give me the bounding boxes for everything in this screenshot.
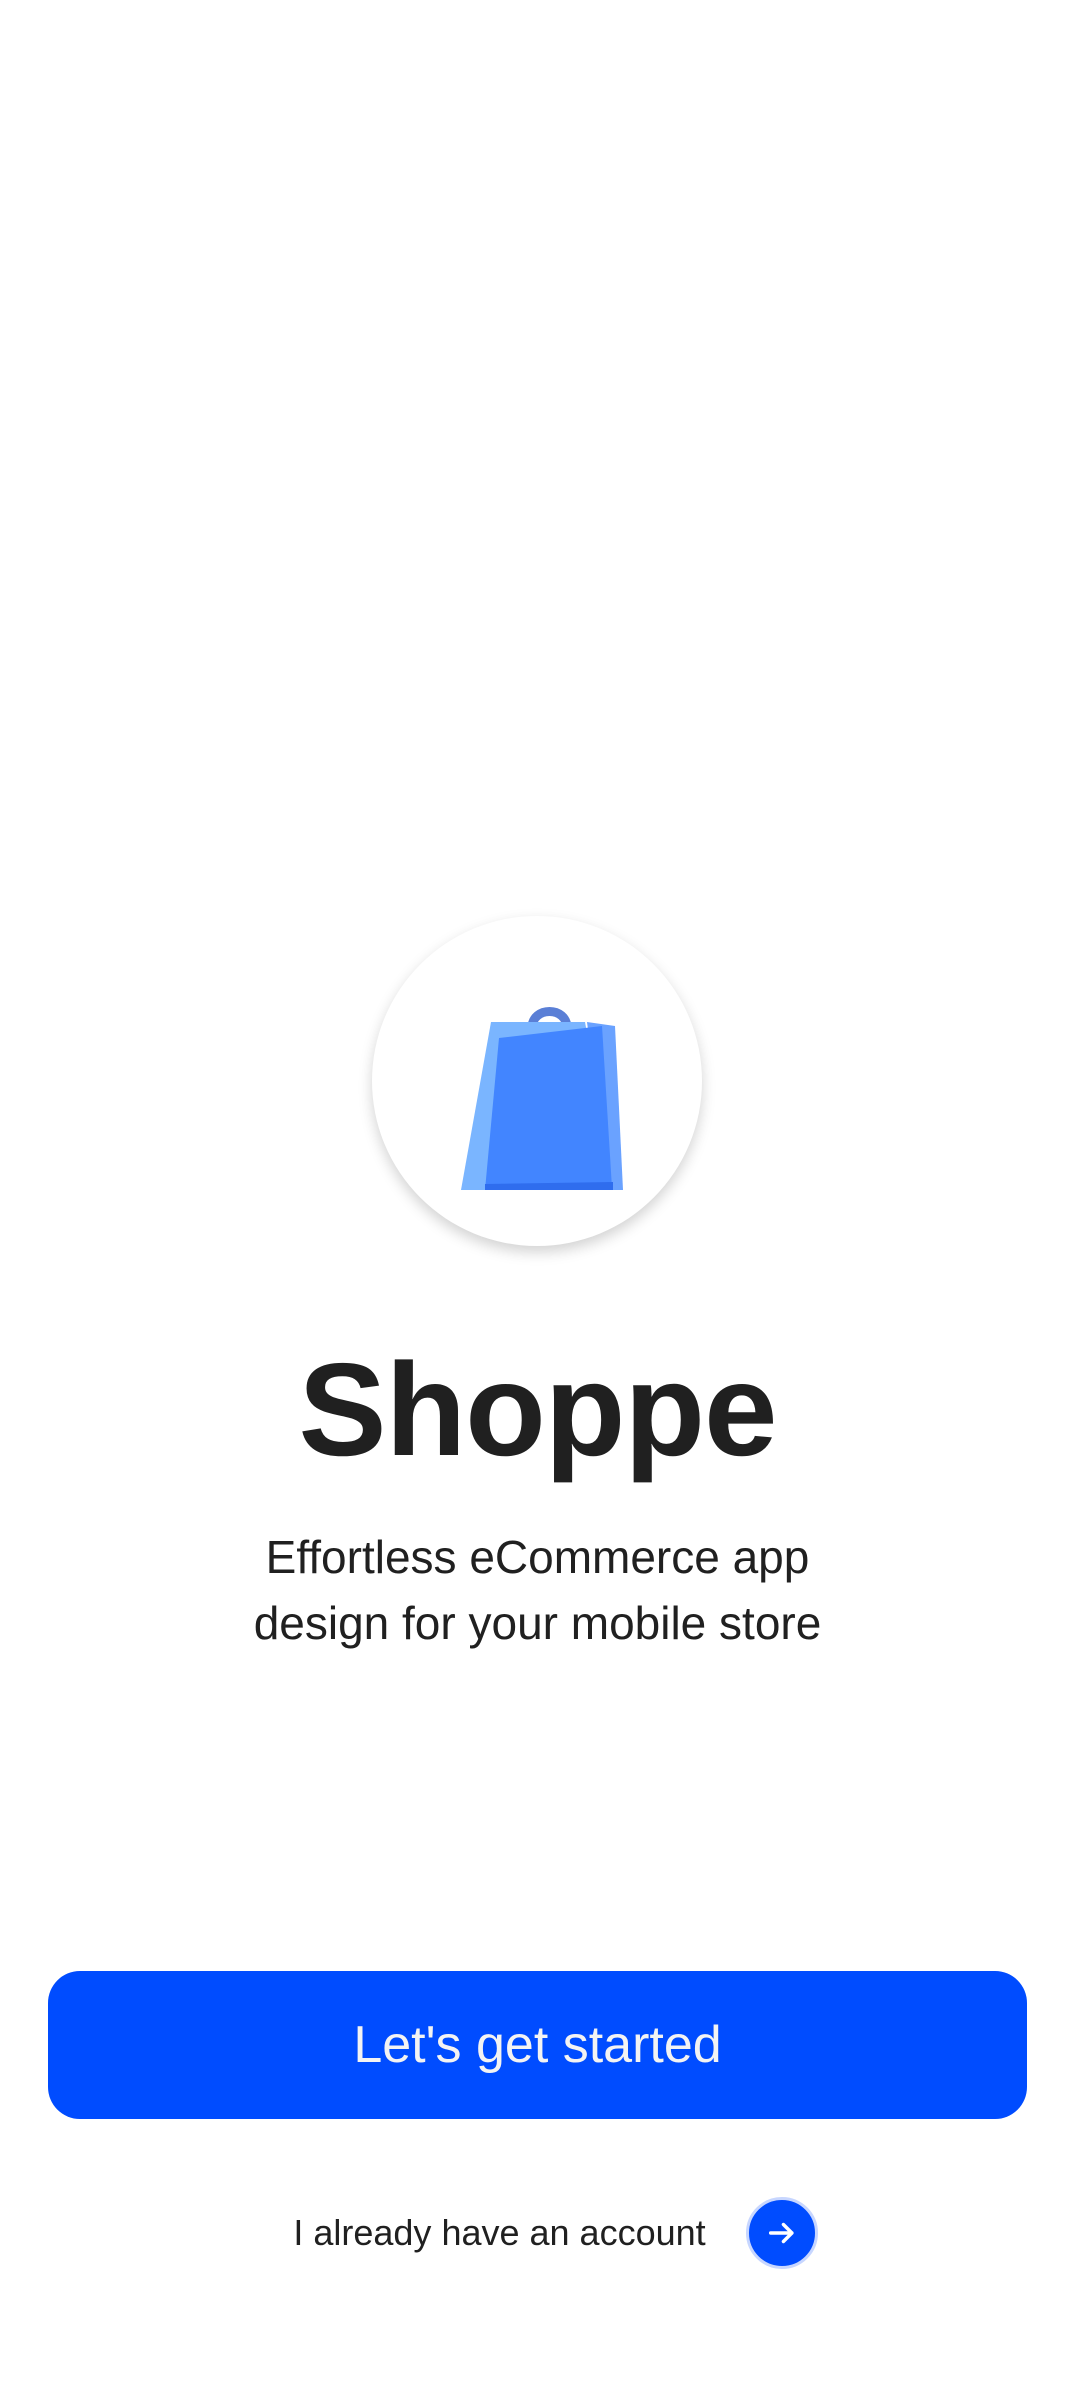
- existing-account-link[interactable]: I already have an account: [293, 2212, 705, 2254]
- arrow-right-button[interactable]: [745, 2197, 818, 2269]
- app-tagline: Effortless eCommerce app design for your…: [253, 1531, 822, 1649]
- logo-badge: [372, 916, 702, 1246]
- shopping-bag-icon: [461, 1007, 623, 1190]
- app-title: Shoppe: [298, 1336, 778, 1483]
- onboarding-screen: Shoppe Effortless eCommerce app design f…: [0, 0, 1075, 2393]
- get-started-button[interactable]: Let's get started: [48, 1971, 1027, 2119]
- arrow-right-icon: [768, 2222, 794, 2244]
- existing-account-row[interactable]: I already have an account: [0, 2195, 1075, 2271]
